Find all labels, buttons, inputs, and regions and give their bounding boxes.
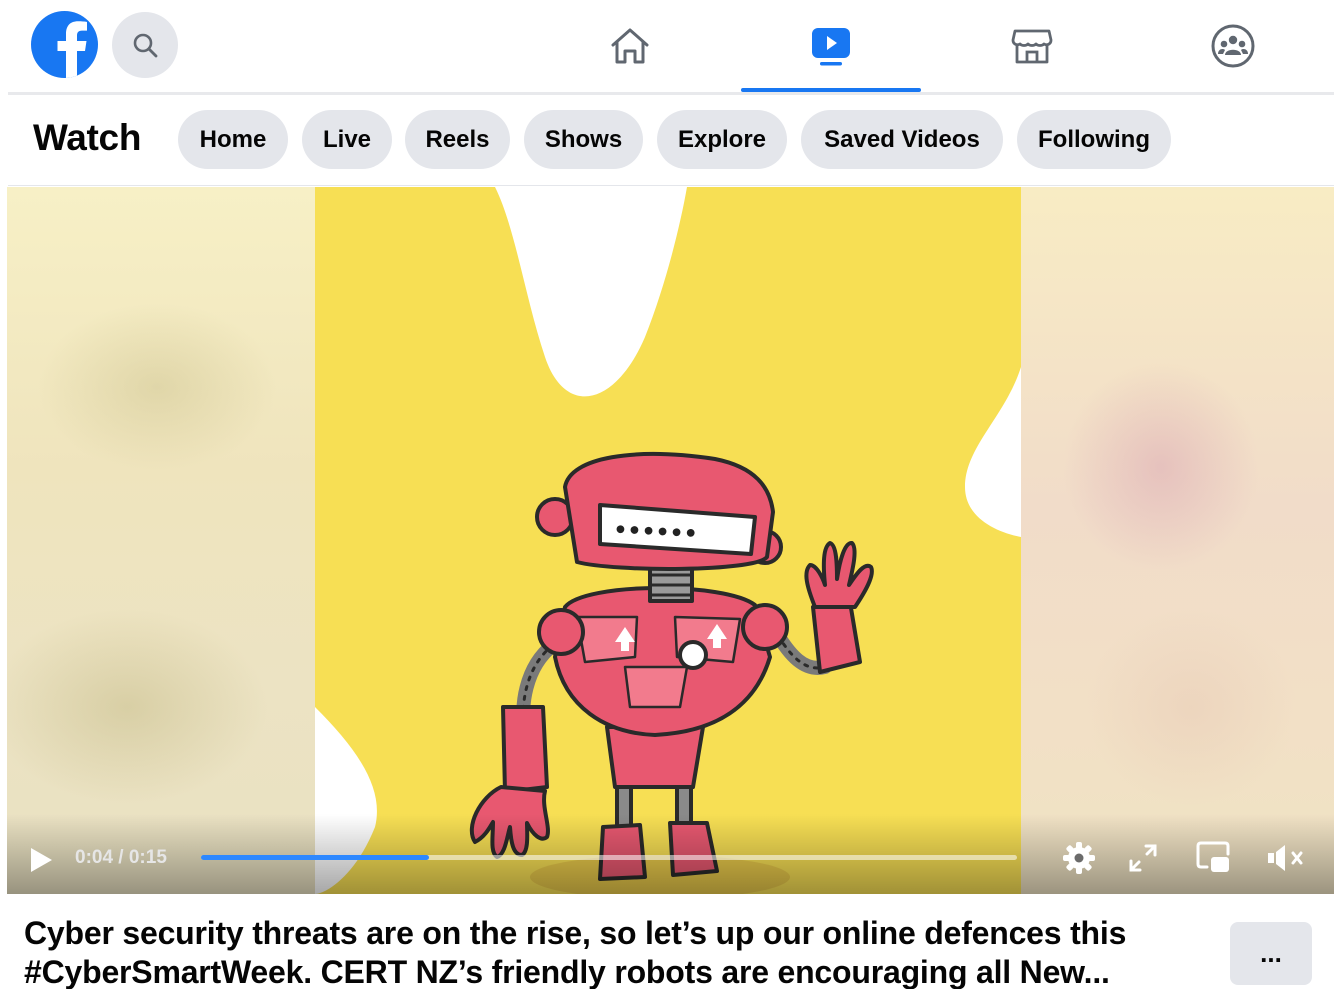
video-time: 0:04 / 0:15 <box>75 847 167 868</box>
nav-tab-marketplace[interactable] <box>942 0 1122 92</box>
play-button[interactable] <box>29 847 53 878</box>
mini-player-icon <box>1196 841 1230 872</box>
home-icon <box>611 28 649 64</box>
pill-saved-videos[interactable]: Saved Videos <box>801 110 1003 169</box>
pill-reels[interactable]: Reels <box>405 110 510 169</box>
video-blur-left <box>7 187 315 894</box>
watch-header: Watch Home Live Reels Shows Explore Save… <box>0 95 1338 186</box>
mini-player-button[interactable] <box>1195 840 1231 879</box>
nav-tab-groups[interactable] <box>1143 0 1323 92</box>
play-icon <box>31 848 52 872</box>
settings-icon <box>1063 842 1095 874</box>
video-progress-bar[interactable] <box>201 855 1017 860</box>
groups-icon <box>1211 24 1255 68</box>
fullscreen-button[interactable] <box>1128 843 1158 878</box>
pill-live[interactable]: Live <box>302 110 392 169</box>
post-caption: Cyber security threats are on the rise, … <box>24 915 1127 989</box>
marketplace-icon <box>1011 29 1053 64</box>
password-dots: •••••• <box>613 518 699 547</box>
video-player[interactable]: •••••• 0:04 / 0:15 <box>7 187 1334 894</box>
search-icon <box>133 33 158 58</box>
pill-home[interactable]: Home <box>178 110 288 169</box>
volume-button[interactable] <box>1265 842 1305 879</box>
pill-following[interactable]: Following <box>1017 110 1171 169</box>
search-button[interactable] <box>112 12 178 78</box>
watch-header-divider <box>8 185 1334 186</box>
nav-tab-watch[interactable] <box>741 0 921 92</box>
video-blur-right <box>1021 187 1334 894</box>
video-progress-fill <box>201 855 430 860</box>
top-navigation-bar <box>0 0 1338 94</box>
more-options-button[interactable]: ... <box>1230 922 1312 985</box>
facebook-logo[interactable] <box>31 11 98 78</box>
pill-explore[interactable]: Explore <box>657 110 787 169</box>
nav-tab-home[interactable] <box>540 0 720 92</box>
video-frame: •••••• <box>315 187 1021 894</box>
page-title: Watch <box>33 117 142 158</box>
pill-shows[interactable]: Shows <box>524 110 643 169</box>
watch-icon <box>812 28 850 66</box>
muted-volume-icon <box>1268 845 1303 871</box>
fullscreen-icon <box>1129 844 1157 872</box>
settings-button[interactable] <box>1061 840 1097 881</box>
